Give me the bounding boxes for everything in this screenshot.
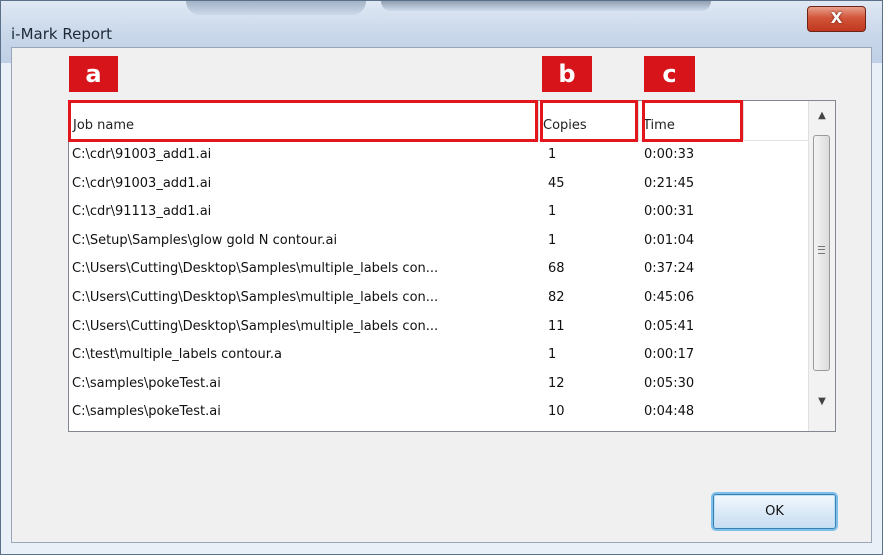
list-row[interactable]: C:\samples\pokeTest.ai 10 0:04:48 <box>69 398 809 427</box>
list-row[interactable]: C:\cdr\91113_add1.ai 1 0:00:31 <box>69 198 809 227</box>
list-row[interactable]: C:\Users\Cutting\Desktop\Samples\multipl… <box>69 313 809 342</box>
job-name-cell: C:\cdr\91003_add1.ai <box>72 147 212 162</box>
list-row[interactable]: C:\samples\pokeTest.ai 12 0:05:30 <box>69 370 809 399</box>
list-row[interactable]: C:\Users\Cutting\Desktop\Samples\multipl… <box>69 255 809 284</box>
copies-cell: 10 <box>548 404 565 420</box>
time-cell: 0:04:48 <box>644 404 695 420</box>
title-bar-shading <box>186 1 366 15</box>
job-name-cell: C:\cdr\91113_add1.ai <box>72 204 212 220</box>
vertical-scrollbar[interactable]: ▲ ▼ <box>808 101 835 431</box>
list-row[interactable]: C:\test\multiple_labels contour.a 1 0:00… <box>69 341 809 370</box>
highlight-job-name-column <box>68 100 538 142</box>
annotation-marker-a: a <box>69 56 118 92</box>
copies-cell: 1 <box>548 347 557 363</box>
job-name-cell: C:\Users\Cutting\Desktop\Samples\multipl… <box>72 261 439 277</box>
list-row[interactable]: C:\Setup\Samples\glow gold N contour.ai … <box>69 227 809 256</box>
time-cell: 0:05:30 <box>644 375 695 391</box>
copies-cell: 11 <box>548 318 565 334</box>
time-cell: 0:00:31 <box>644 204 695 220</box>
list-row[interactable]: C:\Users\Cutting\Desktop\Samples\multipl… <box>69 284 809 313</box>
time-cell: 0:00:33 <box>644 147 695 162</box>
window-title: i-Mark Report <box>11 25 113 43</box>
job-name-cell: C:\samples\pokeTest.ai <box>72 375 221 391</box>
job-name-cell: C:\samples\pokeTest.ai <box>72 404 221 420</box>
title-bar-shading <box>381 1 711 11</box>
list-row[interactable]: C:\cdr\91003_add1.ai 45 0:21:45 <box>69 170 809 199</box>
list-rows: C:\cdr\91003_add1.ai 1 0:00:33 C:\cdr\91… <box>69 141 809 427</box>
close-icon: X <box>830 9 843 27</box>
job-name-cell: C:\Users\Cutting\Desktop\Samples\multipl… <box>72 289 439 305</box>
report-list[interactable]: Job name Copies Time C:\cdr\91003_add1.a… <box>68 100 836 432</box>
annotation-marker-c: c <box>644 56 695 92</box>
copies-cell: 68 <box>548 261 565 277</box>
copies-cell: 12 <box>548 375 565 391</box>
grip-icon <box>818 246 825 254</box>
time-cell: 0:37:24 <box>644 261 695 277</box>
annotation-marker-b: b <box>542 56 592 92</box>
scroll-up-button[interactable]: ▲ <box>812 103 832 129</box>
ok-button[interactable]: OK <box>713 494 836 529</box>
list-row[interactable]: C:\cdr\91003_add1.ai 1 0:00:33 <box>69 141 809 170</box>
time-cell: 0:00:17 <box>644 347 695 363</box>
copies-cell: 1 <box>548 147 557 162</box>
time-cell: 0:45:06 <box>644 289 695 305</box>
time-cell: 0:01:04 <box>644 232 695 248</box>
copies-cell: 1 <box>548 204 557 220</box>
time-cell: 0:21:45 <box>644 175 695 191</box>
scroll-down-button[interactable]: ▼ <box>812 389 832 415</box>
close-button[interactable]: X <box>807 6 866 32</box>
highlight-copies-column <box>540 100 638 142</box>
highlight-time-column <box>642 100 743 142</box>
job-name-cell: C:\test\multiple_labels contour.a <box>72 347 282 363</box>
copies-cell: 45 <box>548 175 565 191</box>
job-name-cell: C:\cdr\91003_add1.ai <box>72 175 212 191</box>
copies-cell: 1 <box>548 232 557 248</box>
report-window: i-Mark Report X Job name Copies Time C:\… <box>0 0 883 555</box>
job-name-cell: C:\Setup\Samples\glow gold N contour.ai <box>72 232 338 248</box>
time-cell: 0:05:41 <box>644 318 695 334</box>
scroll-thumb[interactable] <box>813 135 830 371</box>
copies-cell: 82 <box>548 289 565 305</box>
job-name-cell: C:\Users\Cutting\Desktop\Samples\multipl… <box>72 318 439 334</box>
